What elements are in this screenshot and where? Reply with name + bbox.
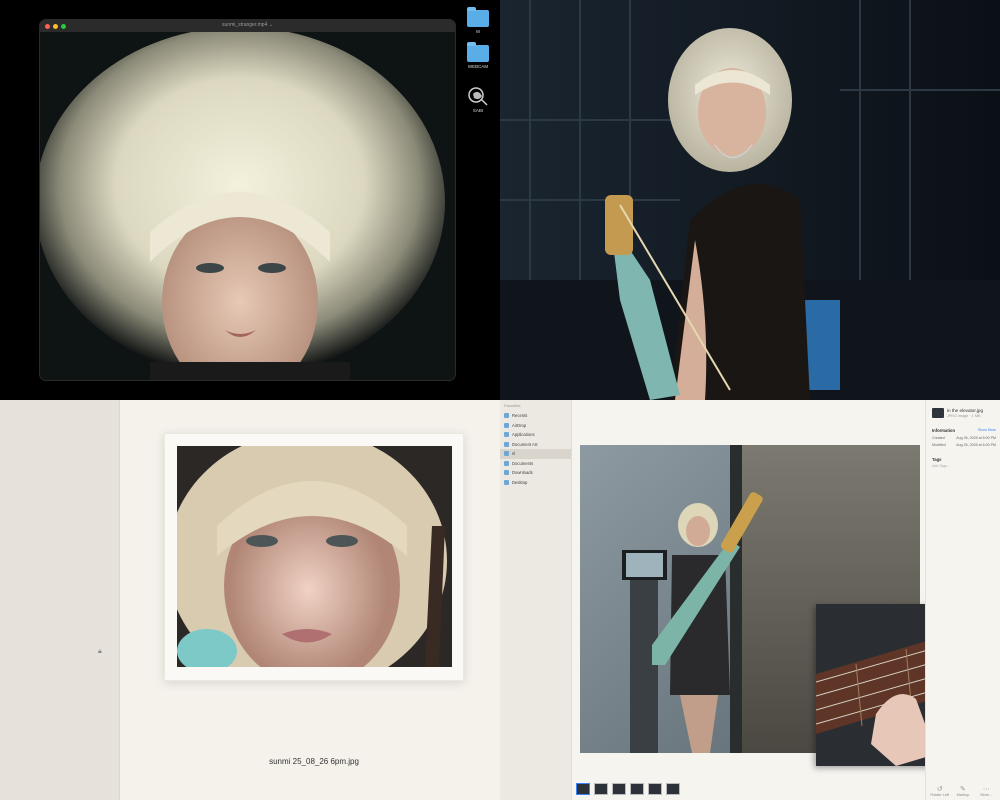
closeup-photo	[177, 446, 452, 667]
image-file-icon	[932, 408, 944, 418]
folder-icon	[504, 451, 509, 457]
window-titlebar[interactable]: sunmi_stranger.mp4 ⌄	[40, 20, 455, 32]
rotate-left-button[interactable]: ↺ Rotate Left	[930, 785, 950, 797]
file-caption: sunmi 25_08_26 6pm.jpg	[269, 757, 359, 766]
preview-window[interactable]: sunmi_stranger.mp4 ⌄	[40, 20, 455, 380]
print-sidebar	[0, 400, 120, 800]
sidebar-item-sl[interactable]: sl	[500, 449, 571, 459]
thumbnail[interactable]	[594, 783, 608, 795]
clock-icon	[504, 413, 509, 419]
show-more-link[interactable]: Show More	[978, 428, 996, 433]
thumbnail[interactable]	[648, 783, 662, 795]
more-icon: ⋯	[982, 786, 990, 793]
download-icon	[504, 470, 509, 476]
document-icon	[504, 460, 509, 466]
window-title: sunmi_stranger.mp4 ⌄	[222, 22, 273, 28]
bassist-photo	[500, 0, 1000, 400]
folder-icon	[504, 441, 509, 447]
folder-icon	[467, 42, 489, 62]
sidebar-item-downloads[interactable]: Downloads	[500, 468, 571, 478]
info-panel: in the elevator.jpg JPEG image · 1 MB In…	[925, 400, 1000, 800]
finder-sidebar: Favorites Recents AirDrop Applications D…	[500, 400, 572, 800]
app-icon	[468, 87, 488, 106]
applications-icon	[504, 432, 509, 438]
bassist-still-quadrant	[500, 0, 1000, 400]
info-row-modified: Modified Aug 26, 2025 at 6:00 PM	[932, 443, 996, 447]
info-filename: in the elevator.jpg	[947, 408, 984, 413]
info-section-title: Information	[932, 428, 956, 433]
lock-icon: 🔒︎	[98, 648, 102, 655]
more-button[interactable]: ⋯ More...	[976, 785, 996, 797]
finder-quadrant: Favorites Recents AirDrop Applications D…	[500, 400, 1000, 800]
tags-section-title: Tags	[932, 457, 942, 462]
markup-icon: ✎	[960, 786, 966, 793]
sidebar-item-airdrop[interactable]: AirDrop	[500, 421, 571, 431]
print-preview-quadrant: 🔒︎ sunmi 25_08_26 6pm.jpg	[0, 400, 500, 800]
desktop-folder-m[interactable]: M	[460, 7, 496, 34]
sidebar-item-applications[interactable]: Applications	[500, 430, 571, 440]
thumbnail[interactable]	[630, 783, 644, 795]
sidebar-item-document-as[interactable]: Document AS	[500, 440, 571, 450]
info-subtitle: JPEG image · 1 MB	[947, 414, 981, 418]
sidebar-item-recents[interactable]: Recents	[500, 411, 571, 421]
desktop-preview-quadrant: sunmi_stranger.mp4 ⌄ M WEBCAM SABI	[0, 0, 500, 400]
info-row-created: Created Aug 26, 2025 at 6:00 PM	[932, 436, 996, 440]
desktop-folder-webcam[interactable]: WEBCAM	[460, 42, 496, 69]
desktop-icon	[504, 479, 509, 485]
thumbnail-strip	[576, 783, 680, 795]
info-actions: ↺ Rotate Left ✎ Markup ⋯ More...	[928, 785, 998, 797]
thumbnail[interactable]	[576, 783, 590, 795]
thumbnail[interactable]	[612, 783, 626, 795]
sidebar-item-desktop[interactable]: Desktop	[500, 478, 571, 488]
desktop-app-sabi[interactable]: SABI	[460, 86, 496, 113]
sidebar-item-documents[interactable]: Documents	[500, 459, 571, 469]
markup-button[interactable]: ✎ Markup	[953, 785, 973, 797]
photo-frame[interactable]	[164, 433, 464, 681]
thumbnail[interactable]	[666, 783, 680, 795]
folder-icon	[467, 7, 489, 27]
tags-field[interactable]: Add Tags...	[932, 464, 996, 468]
airdrop-icon	[504, 422, 509, 428]
sidebar-heading: Favorites	[504, 403, 521, 408]
rotate-left-icon: ↺	[936, 786, 943, 793]
portrait-photo	[40, 32, 455, 380]
